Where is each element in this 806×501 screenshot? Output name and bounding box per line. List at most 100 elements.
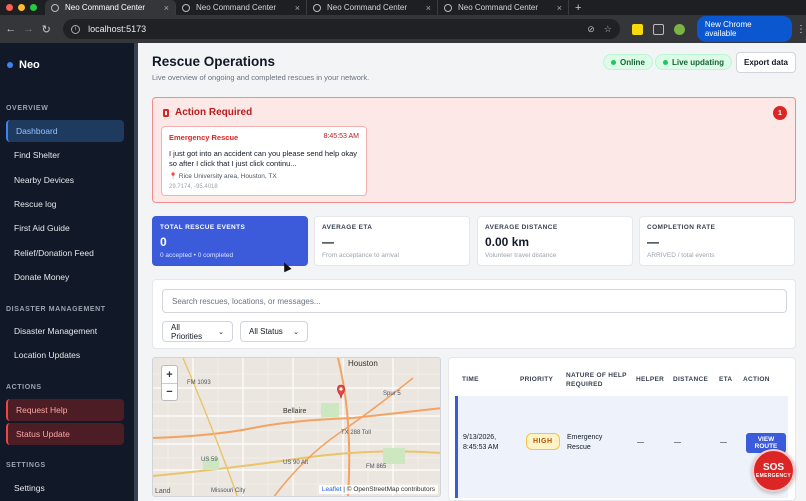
chevron-down-icon: ⌄ xyxy=(218,328,224,336)
cell-time: 9/13/2026, 8:45:53 AM xyxy=(463,434,499,451)
globe-icon xyxy=(51,3,59,12)
section-label-disaster: DISASTER MANAGEMENT xyxy=(6,306,106,313)
eye-off-icon[interactable]: ⊘ xyxy=(587,24,595,35)
extension-icon[interactable] xyxy=(631,23,643,35)
map-attribution: Leaflet | © OpenStreetMap contributors xyxy=(318,485,438,494)
avatar[interactable] xyxy=(673,23,685,35)
browser-tab[interactable]: Neo Command Center × xyxy=(307,0,438,15)
column-header-priority: PRIORITY xyxy=(520,376,554,383)
column-header-action: ACTION xyxy=(743,376,770,383)
page-title: Rescue Operations xyxy=(152,54,276,69)
sidebar-item-status-update[interactable]: Status Update xyxy=(6,423,124,445)
browser-tab[interactable]: Neo Command Center × xyxy=(438,0,569,15)
address-bar-row: ← → ↻ i localhost:5173 ⊘ ☆ New Chrome av… xyxy=(0,15,806,43)
status-select[interactable]: All Status ⌄ xyxy=(240,321,308,342)
online-badge: Online xyxy=(603,54,653,70)
map-zoom-control: + − xyxy=(161,365,178,401)
reload-icon[interactable]: ↻ xyxy=(37,23,55,36)
section-label-actions: ACTIONS xyxy=(6,384,42,391)
globe-icon xyxy=(182,3,190,12)
browser-tab-bar: Neo Command Center × Neo Command Center × … xyxy=(0,0,806,15)
column-header-nature: NATURE OF HELP REQUIRED xyxy=(566,372,627,388)
alert-card[interactable]: Emergency Rescue 8:45:53 AM I just got i… xyxy=(161,126,367,196)
stat-card-completion-rate: COMPLETION RATE — ARRIVED / total events xyxy=(639,216,795,266)
zoom-out-button[interactable]: − xyxy=(162,383,177,400)
sidebar-item-find-shelter[interactable]: Find Shelter xyxy=(6,144,124,166)
brand-logo[interactable]: Neo xyxy=(7,59,40,71)
leaflet-link[interactable]: Leaflet xyxy=(322,486,342,493)
bookmark-star-icon[interactable]: ☆ xyxy=(604,24,612,35)
rescue-map[interactable]: Houston FM 1093 Spur 5 Bellaire TX 288 T… xyxy=(152,357,441,497)
close-tab-icon[interactable]: × xyxy=(164,3,169,13)
globe-icon xyxy=(313,3,321,12)
export-data-button[interactable]: Export data xyxy=(736,52,796,73)
column-header-time: TIME xyxy=(462,376,479,383)
sidebar-item-rescue-log[interactable]: Rescue log xyxy=(6,193,124,215)
table-row[interactable]: 9/13/2026, 8:45:53 AM HIGH Emergency Res… xyxy=(455,396,788,498)
maximize-window-button[interactable] xyxy=(30,4,37,11)
rescue-table: TIME PRIORITY NATURE OF HELP REQUIRED HE… xyxy=(448,357,796,501)
stat-card-average-eta: AVERAGE ETA — From acceptance to arrival xyxy=(314,216,470,266)
sidebar-item-dashboard[interactable]: Dashboard xyxy=(6,120,124,142)
filters-panel: Search rescues, locations, or messages..… xyxy=(152,279,796,349)
column-header-eta: ETA xyxy=(719,376,733,383)
sidebar-item-donate-money[interactable]: Donate Money xyxy=(6,266,124,288)
close-tab-icon[interactable]: × xyxy=(426,3,431,13)
browser-tab[interactable]: Neo Command Center × xyxy=(176,0,307,15)
sidebar-item-location-updates[interactable]: Location Updates xyxy=(6,344,124,366)
siren-icon xyxy=(163,108,169,117)
sidebar-item-disaster-management[interactable]: Disaster Management xyxy=(6,320,124,342)
sos-emergency-button[interactable]: SOS EMERGENCY xyxy=(752,449,795,492)
status-dot-icon xyxy=(663,59,668,65)
column-header-distance: DISTANCE xyxy=(673,376,709,383)
forward-arrow-icon[interactable]: → xyxy=(20,23,38,35)
sidebar-item-settings[interactable]: Settings xyxy=(6,477,124,499)
search-input[interactable]: Search rescues, locations, or messages..… xyxy=(162,289,787,313)
map-tiles xyxy=(153,358,440,496)
more-menu-icon[interactable]: ⋮ xyxy=(796,24,806,35)
brand-dot-icon xyxy=(7,62,13,68)
main-content: Rescue Operations Live overview of ongoi… xyxy=(138,43,806,501)
globe-icon xyxy=(444,3,452,12)
zoom-in-button[interactable]: + xyxy=(162,366,177,383)
minimize-window-button[interactable] xyxy=(18,4,25,11)
section-label-settings: SETTINGS xyxy=(6,462,46,469)
alert-title: Action Required xyxy=(162,107,252,118)
live-updating-badge: Live updating xyxy=(655,54,732,70)
page-subtitle: Live overview of ongoing and completed r… xyxy=(152,73,370,82)
alert-count-badge: 1 xyxy=(773,106,787,120)
back-arrow-icon[interactable]: ← xyxy=(2,23,20,35)
pin-icon: 📍 xyxy=(169,173,178,180)
alert-card-time: 8:45:53 AM xyxy=(323,133,359,140)
priority-select[interactable]: All Priorities ⌄ xyxy=(162,321,233,342)
close-tab-icon[interactable]: × xyxy=(295,3,300,13)
priority-badge: HIGH xyxy=(526,433,560,450)
sidebar-item-nearby-devices[interactable]: Nearby Devices xyxy=(6,169,124,191)
close-tab-icon[interactable]: × xyxy=(557,3,562,13)
cell-nature: Emergency Rescue xyxy=(567,434,603,451)
alert-card-location: 📍 Rice University area, Houston, TX xyxy=(169,173,277,180)
cell-distance: — xyxy=(674,439,681,446)
sidebar: Neo OVERVIEW Dashboard Find Shelter Near… xyxy=(0,43,138,501)
stat-card-total-events[interactable]: TOTAL RESCUE EVENTS 0 0 accepted • 0 com… xyxy=(152,216,308,266)
browser-tab[interactable]: Neo Command Center × xyxy=(45,0,176,15)
cell-eta: — xyxy=(720,439,727,446)
puzzle-icon[interactable] xyxy=(652,23,664,35)
chevron-down-icon: ⌄ xyxy=(293,328,299,336)
stat-card-average-distance: AVERAGE DISTANCE 0.00 km Volunteer trave… xyxy=(477,216,633,266)
alert-card-message: I just got into an accident can you plea… xyxy=(169,149,358,168)
window-controls xyxy=(0,4,45,11)
site-info-icon[interactable]: i xyxy=(71,24,81,34)
alert-card-coords: 29.7174, -95.4018 xyxy=(169,184,218,190)
new-tab-button[interactable]: + xyxy=(575,2,581,14)
update-chrome-button[interactable]: New Chrome available xyxy=(696,16,793,42)
sidebar-item-request-help[interactable]: Request Help xyxy=(6,399,124,421)
cell-helper: — xyxy=(637,439,644,446)
column-header-helper: HELPER xyxy=(636,376,665,383)
sidebar-item-relief-feed[interactable]: Relief/Donation Feed xyxy=(6,242,124,264)
url-field[interactable]: i localhost:5173 ⊘ ☆ xyxy=(63,19,620,39)
status-dot-icon xyxy=(611,59,616,65)
section-label-overview: OVERVIEW xyxy=(6,105,49,112)
sidebar-item-first-aid[interactable]: First Aid Guide xyxy=(6,217,124,239)
close-window-button[interactable] xyxy=(6,4,13,11)
